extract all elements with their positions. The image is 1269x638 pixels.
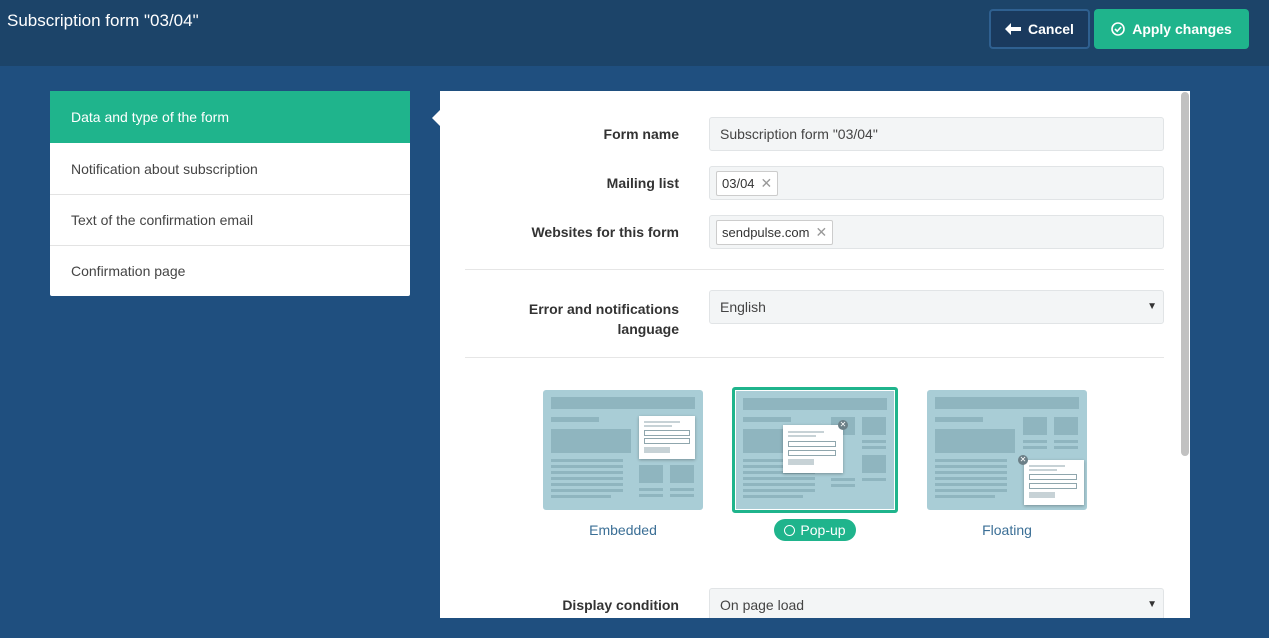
website-tag-label: sendpulse.com — [722, 224, 810, 240]
mailing-list-field[interactable]: 03/04 ✕ — [709, 166, 1164, 200]
websites-field[interactable]: sendpulse.com ✕ — [709, 215, 1164, 249]
sidebar-item-confirmation-page[interactable]: Confirmation page — [50, 245, 410, 296]
chevron-down-icon: ▼ — [1147, 599, 1157, 610]
sidebar-item-label: Notification about subscription — [71, 160, 258, 177]
panel-pointer — [432, 110, 440, 126]
close-icon: ✕ — [838, 420, 848, 430]
divider — [465, 357, 1164, 358]
check-circle-icon — [1111, 22, 1126, 36]
cancel-button[interactable]: Cancel — [989, 9, 1090, 49]
form-type-embedded-label[interactable]: Embedded — [543, 522, 703, 538]
form-type-popup-selected-badge[interactable]: Pop-up — [774, 519, 856, 541]
mailing-list-label: Mailing list — [606, 175, 679, 191]
language-value: English — [720, 299, 766, 315]
page-title: Subscription form "03/04" — [7, 11, 199, 30]
radio-circle-icon — [784, 524, 796, 536]
form-name-label: Form name — [603, 126, 679, 142]
display-condition-label: Display condition — [562, 597, 679, 613]
apply-changes-label: Apply changes — [1132, 21, 1232, 37]
sidebar-item-confirmation-email[interactable]: Text of the confirmation email — [50, 194, 410, 245]
sidebar-item-data-and-type[interactable]: Data and type of the form — [50, 91, 410, 143]
form-name-value: Subscription form "03/04" — [720, 126, 878, 142]
form-type-embedded-option[interactable] — [543, 390, 703, 510]
remove-tag-icon[interactable]: ✕ — [761, 175, 773, 192]
remove-tag-icon[interactable]: ✕ — [815, 224, 827, 241]
cancel-label: Cancel — [1028, 21, 1074, 37]
form-type-floating-option[interactable]: ✕ — [927, 390, 1087, 510]
form-name-input[interactable]: Subscription form "03/04" — [709, 117, 1164, 151]
sidebar-item-label: Confirmation page — [71, 263, 186, 279]
sidebar-item-label: Text of the confirmation email — [71, 212, 254, 228]
form-type-popup-option[interactable]: ✕ — [732, 387, 898, 513]
language-label-line2: language — [617, 321, 679, 337]
chevron-down-icon: ▼ — [1147, 301, 1157, 312]
sidebar-item-label: Data and type of the form — [71, 109, 229, 125]
top-bar: Subscription form "03/04" Cancel Apply c… — [0, 0, 1269, 66]
mailing-list-tag-label: 03/04 — [722, 175, 755, 191]
website-tag: sendpulse.com ✕ — [716, 219, 834, 245]
language-select[interactable]: English ▼ — [709, 290, 1164, 324]
display-condition-value: On page load — [720, 597, 805, 613]
sidebar: Data and type of the form Notification a… — [50, 91, 410, 296]
arrow-left-icon — [1005, 23, 1022, 35]
display-condition-select[interactable]: On page load ▼ — [709, 588, 1164, 618]
form-type-popup-label: Pop-up — [800, 522, 846, 538]
close-icon: ✕ — [1018, 455, 1028, 465]
settings-panel: Form name Subscription form "03/04" Mail… — [440, 91, 1190, 618]
form-type-floating-label[interactable]: Floating — [927, 522, 1087, 538]
websites-label: Websites for this form — [531, 224, 679, 240]
sidebar-item-notification[interactable]: Notification about subscription — [50, 143, 410, 194]
language-label: Error and notifications language — [459, 299, 679, 339]
divider — [465, 269, 1164, 270]
panel-scrollbar[interactable] — [1181, 92, 1189, 456]
language-label-line1: Error and notifications — [528, 301, 679, 317]
mailing-list-tag: 03/04 ✕ — [716, 170, 779, 196]
apply-changes-button[interactable]: Apply changes — [1094, 9, 1249, 49]
